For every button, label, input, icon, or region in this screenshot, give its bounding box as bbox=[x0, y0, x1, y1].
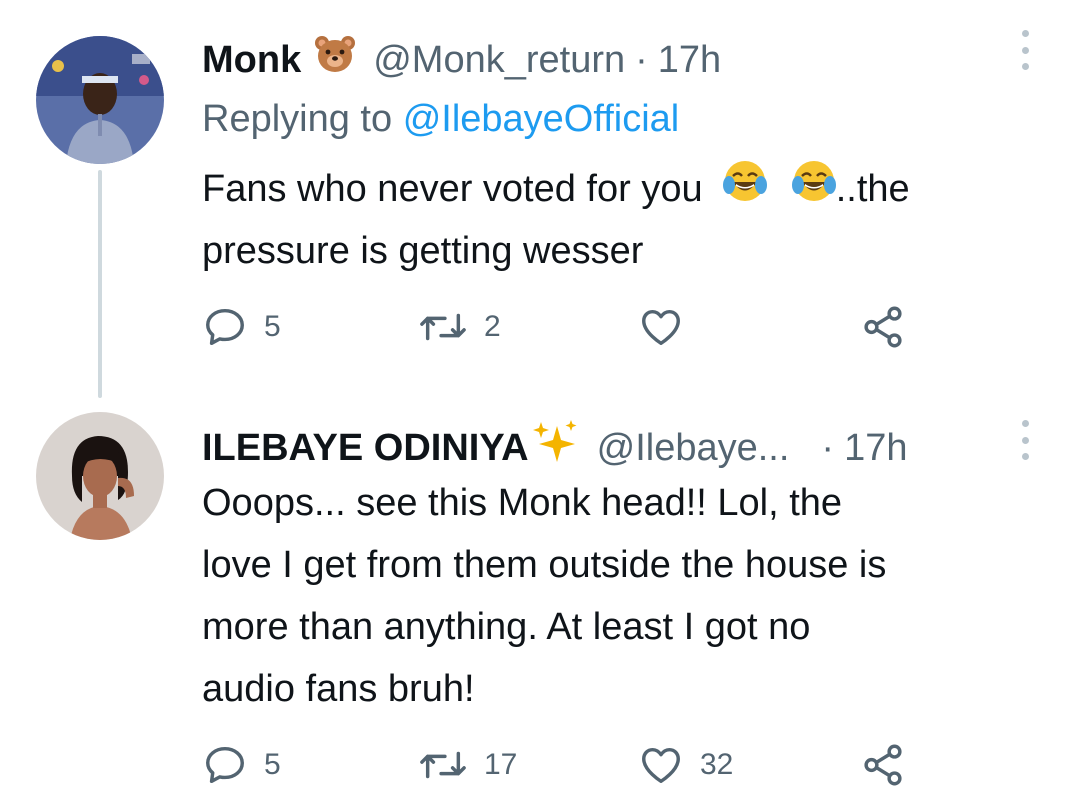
tweet-text: Ooops... see this Monk head!! Lol, the l… bbox=[202, 472, 1062, 720]
timestamp[interactable]: 17h bbox=[658, 37, 721, 83]
avatar-ilebaye[interactable] bbox=[36, 412, 164, 540]
reply-button[interactable]: 5 bbox=[202, 302, 281, 352]
reply-button[interactable]: 5 bbox=[202, 740, 281, 790]
share-icon bbox=[864, 744, 902, 786]
more-options-icon[interactable] bbox=[1017, 420, 1033, 460]
tweet-text-line: audio fans bruh! bbox=[202, 668, 475, 710]
tweet-text-line: more than anything. At least I got no bbox=[202, 606, 811, 648]
retweet-count: 2 bbox=[484, 310, 501, 343]
retweet-icon bbox=[420, 751, 466, 779]
retweet-button[interactable]: 2 bbox=[418, 302, 501, 352]
retweet-count: 17 bbox=[484, 748, 518, 781]
user-handle[interactable]: @Monk_return bbox=[373, 37, 625, 83]
bear-face-emoji bbox=[313, 34, 357, 85]
like-count: 32 bbox=[700, 748, 734, 781]
retweet-icon bbox=[420, 313, 466, 341]
retweet-button[interactable]: 17 bbox=[418, 740, 517, 790]
display-name[interactable]: ILEBAYE ODINIYA bbox=[202, 425, 529, 471]
replying-to-mention[interactable]: @IlebayeOfficial bbox=[403, 98, 680, 140]
face-with-tears-of-joy-emoji bbox=[723, 159, 768, 222]
tweet-header: Monk @Monk_return · 17h bbox=[202, 34, 721, 85]
tweet-text-segment: ..the bbox=[835, 168, 910, 210]
tweet-text-line: Ooops... see this Monk head!! Lol, the bbox=[202, 482, 843, 524]
tweet-text: Fans who never voted for you ..the press… bbox=[202, 158, 1062, 282]
like-button[interactable] bbox=[638, 302, 700, 352]
display-name[interactable]: Monk bbox=[202, 37, 301, 83]
reply-count: 5 bbox=[264, 310, 281, 343]
tweet-text-segment: Fans who never voted for you bbox=[202, 168, 703, 210]
tweet-ilebaye[interactable]: ILEBAYE ODINIYA @Ilebaye... · 17h Ooops.… bbox=[0, 400, 1080, 790]
replying-to: Replying to @IlebayeOfficial bbox=[202, 96, 679, 142]
action-bar: 5 17 32 bbox=[202, 740, 922, 790]
separator-dot: · bbox=[821, 426, 835, 469]
thread-line bbox=[98, 170, 102, 398]
sparkles-emoji bbox=[531, 420, 579, 475]
like-icon bbox=[642, 309, 680, 346]
user-handle[interactable]: @Ilebaye... bbox=[597, 425, 790, 471]
avatar-monk[interactable] bbox=[36, 36, 164, 164]
reply-icon bbox=[206, 308, 244, 346]
replying-to-label: Replying to bbox=[202, 98, 393, 140]
face-with-tears-of-joy-emoji bbox=[791, 159, 836, 222]
tweet-text-line: love I get from them outside the house i… bbox=[202, 544, 887, 586]
like-button[interactable]: 32 bbox=[638, 740, 733, 790]
action-bar: 5 2 bbox=[202, 302, 922, 352]
tweet-monk[interactable]: Monk @Monk_return · 17h Replying to @Ile… bbox=[0, 0, 1080, 400]
share-button[interactable] bbox=[860, 740, 906, 790]
share-icon bbox=[864, 306, 902, 348]
more-options-icon[interactable] bbox=[1017, 30, 1033, 70]
like-icon bbox=[642, 747, 680, 784]
reply-icon bbox=[206, 746, 244, 784]
reply-count: 5 bbox=[264, 748, 281, 781]
tweet-header: ILEBAYE ODINIYA @Ilebaye... · 17h bbox=[202, 420, 907, 475]
tweet-text-line: Fans who never voted for you ..the bbox=[202, 158, 1062, 220]
timestamp[interactable]: 17h bbox=[844, 425, 907, 471]
tweet-text-line: pressure is getting wesser bbox=[202, 230, 644, 272]
share-button[interactable] bbox=[860, 302, 906, 352]
separator-dot: · bbox=[635, 38, 648, 81]
